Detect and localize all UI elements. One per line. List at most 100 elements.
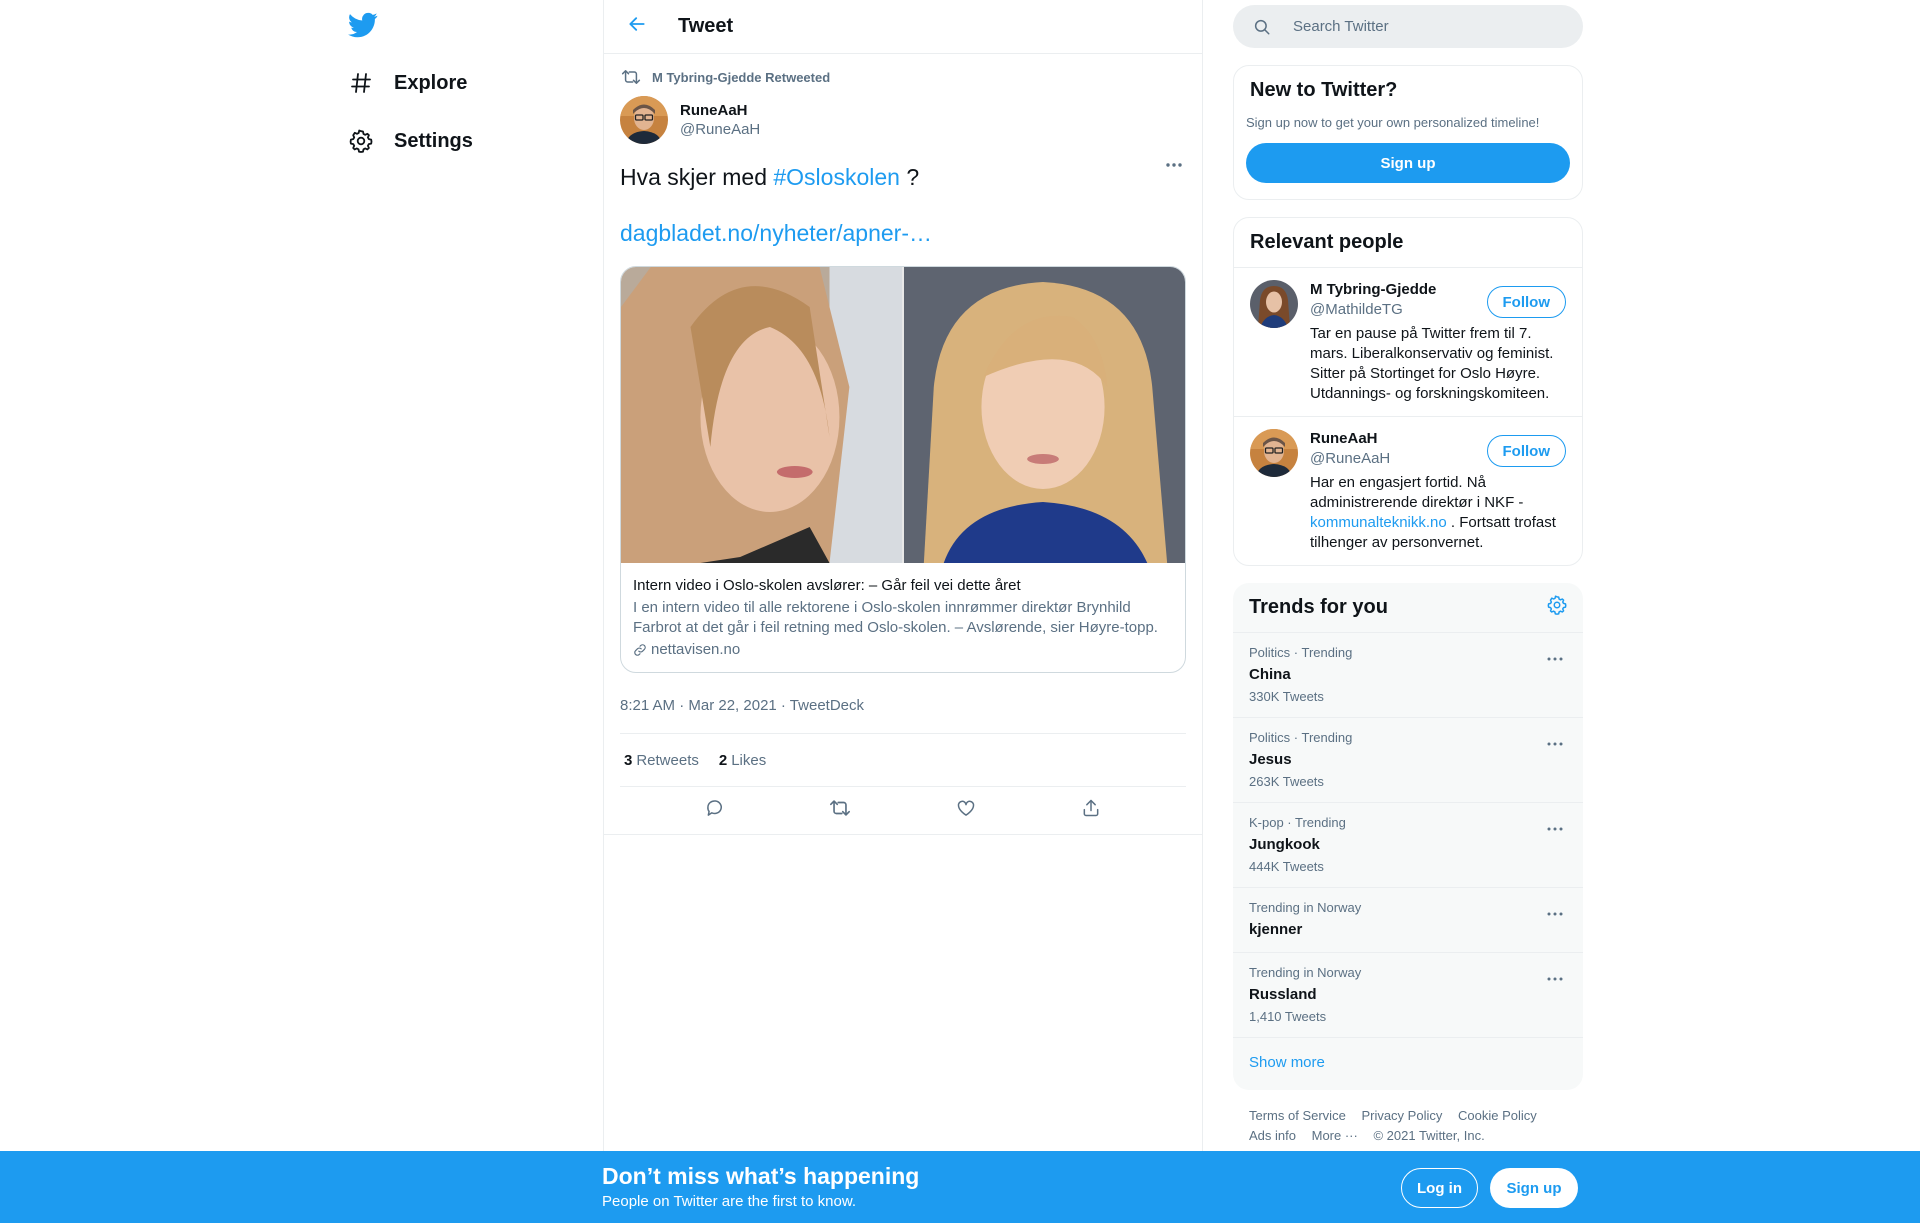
- more-dots-icon: [1547, 903, 1563, 921]
- footer-more-button[interactable]: More ···: [1312, 1128, 1358, 1143]
- search-input[interactable]: [1293, 18, 1553, 35]
- retweet-context: M Tybring-Gjedde Retweeted: [620, 54, 1186, 94]
- tweet-text-before: Hva skjer med: [620, 164, 767, 190]
- back-button[interactable]: [620, 10, 654, 44]
- author-names: RuneAaH @RuneAaH: [680, 101, 760, 139]
- trend-item[interactable]: Trending in Norway kjenner: [1233, 888, 1583, 953]
- author-handle[interactable]: @RuneAaH: [680, 120, 760, 139]
- tweet-text: Hva skjer med #Osloskolen ?: [620, 162, 1186, 192]
- hashtag-link[interactable]: #Osloskolen: [773, 164, 900, 190]
- person-card[interactable]: RuneAaH @RuneAaH Har en engasjert fortid…: [1234, 417, 1582, 565]
- person-bio-text: Har en engasjert fortid. Nå administrere…: [1310, 474, 1524, 511]
- tweet-actions: [604, 787, 1202, 835]
- tweet-stats: 3 Retweets 2 Likes: [620, 733, 1186, 787]
- trend-name: Jungkook: [1249, 836, 1320, 853]
- more-dots-icon: [1547, 818, 1563, 836]
- nav-explore-label: Explore: [394, 71, 468, 94]
- person-card[interactable]: M Tybring-Gjedde @MathildeTG Tar en paus…: [1234, 268, 1582, 417]
- gear-icon: [1547, 595, 1567, 620]
- tweet-more-button[interactable]: [1162, 152, 1186, 176]
- tweet-author: RuneAaH @RuneAaH: [620, 94, 1186, 146]
- signup-prompt-bar: Don’t miss what’s happening People on Tw…: [0, 1151, 1920, 1223]
- share-icon: [1081, 798, 1101, 823]
- sign-up-button[interactable]: Sign up: [1246, 143, 1570, 183]
- follow-button[interactable]: Follow: [1486, 286, 1566, 318]
- nav-settings[interactable]: Settings: [348, 116, 489, 166]
- bottom-bar-heading: Don’t miss what’s happening: [602, 1163, 920, 1189]
- footer-link-cookies[interactable]: Cookie Policy: [1458, 1108, 1537, 1123]
- more-dots-icon: [1547, 733, 1563, 751]
- retweet-icon: [620, 66, 642, 88]
- new-to-twitter-subtitle: Sign up now to get your own personalized…: [1246, 115, 1540, 130]
- trend-item[interactable]: Trending in Norway Russland 1,410 Tweets: [1233, 953, 1583, 1038]
- trend-more-button[interactable]: [1543, 817, 1567, 837]
- trend-context: Politics · Trending: [1249, 730, 1353, 745]
- trend-name: China: [1249, 666, 1291, 683]
- footer-copyright: © 2021 Twitter, Inc.: [1373, 1128, 1485, 1143]
- avatar[interactable]: [1250, 280, 1298, 328]
- hash-icon: [348, 70, 374, 96]
- nav-explore[interactable]: Explore: [348, 58, 483, 108]
- tweet-timestamp[interactable]: 8:21 AM · Mar 22, 2021 · TweetDeck: [620, 697, 1186, 717]
- relevant-people-panel: Relevant people M Tybring-Gjedde @Mathil…: [1233, 217, 1583, 566]
- tweet-detail-column: Tweet M Tybring-Gjedde Retweeted RuneAaH…: [603, 0, 1203, 1223]
- avatar[interactable]: [620, 96, 668, 144]
- search-box[interactable]: [1233, 5, 1583, 48]
- reply-button[interactable]: [698, 794, 732, 828]
- like-button[interactable]: [949, 794, 983, 828]
- right-sidebar: New to Twitter? Sign up now to get your …: [1233, 0, 1583, 1162]
- trend-more-button[interactable]: [1543, 647, 1567, 667]
- avatar[interactable]: [1250, 429, 1298, 477]
- likes-label: Likes: [731, 751, 767, 769]
- link-preview-card[interactable]: Intern video i Oslo-skolen avslører: – G…: [620, 266, 1186, 673]
- log-in-button[interactable]: Log in: [1401, 1168, 1478, 1208]
- header-bar: Tweet: [604, 0, 1202, 54]
- retweeted-by-link[interactable]: M Tybring-Gjedde Retweeted: [652, 70, 830, 85]
- bottom-bar-subtitle: People on Twitter are the first to know.: [602, 1193, 857, 1210]
- person-bio: Tar en pause på Twitter frem til 7. mars…: [1310, 325, 1554, 402]
- bio-link[interactable]: kommunalteknikk.no: [1310, 514, 1447, 531]
- link-icon: [633, 642, 649, 658]
- trend-name: Russland: [1249, 986, 1317, 1003]
- gear-icon: [348, 128, 374, 154]
- likes-stat[interactable]: 2 Likes: [719, 752, 766, 769]
- trend-item[interactable]: Politics · Trending China 330K Tweets: [1233, 633, 1583, 718]
- relevant-people-title: Relevant people: [1234, 218, 1582, 268]
- author-name[interactable]: RuneAaH: [680, 101, 760, 120]
- nav-settings-label: Settings: [394, 129, 473, 152]
- trend-item[interactable]: K-pop · Trending Jungkook 444K Tweets: [1233, 803, 1583, 888]
- retweets-stat[interactable]: 3 Retweets: [624, 752, 699, 769]
- person-bio: Har en engasjert fortid. Nå administrere…: [1310, 473, 1566, 553]
- trend-count: 330K Tweets: [1249, 689, 1324, 704]
- search-icon: [1253, 17, 1273, 37]
- trend-more-button[interactable]: [1543, 732, 1567, 752]
- bottom-sign-up-button[interactable]: Sign up: [1490, 1168, 1578, 1208]
- page-title: Tweet: [678, 15, 734, 37]
- trend-context: Trending in Norway: [1249, 900, 1362, 915]
- more-dots-icon: [1165, 155, 1183, 173]
- retweets-count: 3: [624, 751, 633, 769]
- trend-context: Politics · Trending: [1249, 645, 1353, 660]
- card-info: Intern video i Oslo-skolen avslører: – G…: [621, 563, 1185, 672]
- footer-link-privacy[interactable]: Privacy Policy: [1361, 1108, 1442, 1123]
- trend-count: 444K Tweets: [1249, 859, 1324, 874]
- show-more-link[interactable]: Show more: [1233, 1038, 1583, 1090]
- twitter-bird-icon[interactable]: [348, 10, 380, 42]
- tweet-text-after: ?: [906, 164, 920, 190]
- trend-context: Trending in Norway: [1249, 965, 1362, 980]
- footer-link-ads-info[interactable]: Ads info: [1249, 1128, 1296, 1143]
- trend-more-button[interactable]: [1543, 902, 1567, 922]
- trends-panel: Trends for you Politics · Trending China…: [1233, 583, 1583, 1090]
- trend-item[interactable]: Politics · Trending Jesus 263K Tweets: [1233, 718, 1583, 803]
- share-button[interactable]: [1074, 794, 1108, 828]
- trends-settings-button[interactable]: [1547, 595, 1567, 621]
- follow-button[interactable]: Follow: [1486, 435, 1566, 467]
- retweet-button[interactable]: [823, 794, 857, 828]
- tweet-url-link[interactable]: dagbladet.no/nyheter/apner-…: [620, 218, 1186, 248]
- footer-link-terms[interactable]: Terms of Service: [1249, 1108, 1346, 1123]
- trend-more-button[interactable]: [1543, 967, 1567, 987]
- card-image: [621, 267, 1185, 563]
- card-title: Intern video i Oslo-skolen avslører: – G…: [633, 577, 1021, 594]
- trend-context: K-pop · Trending: [1249, 815, 1346, 830]
- card-domain: nettavisen.no: [651, 641, 741, 658]
